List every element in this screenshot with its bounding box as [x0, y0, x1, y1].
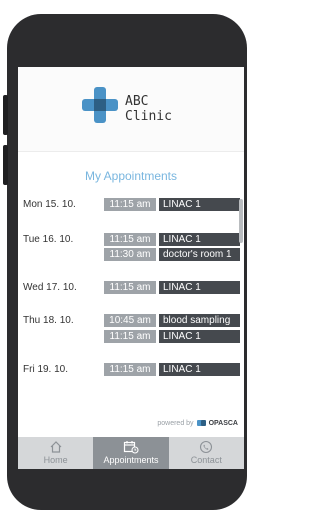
clinic-name: ABC Clinic: [125, 94, 172, 124]
appointment-day: Fri 19. 10.: [23, 364, 69, 375]
appointment-day: Mon 15. 10.: [23, 199, 76, 210]
appointment-time: 11:15 am: [104, 233, 156, 246]
appointment-day: Thu 18. 10.: [23, 315, 74, 326]
appointment-row[interactable]: Thu 18. 10. 10:45 am blood sampling: [18, 314, 244, 327]
appointment-place: LINAC 1: [159, 363, 240, 376]
volume-up-button: [3, 95, 8, 135]
tab-contact-label: Contact: [190, 455, 222, 465]
home-icon: [50, 441, 62, 453]
phone-icon: [200, 440, 213, 454]
appointment-place: LINAC 1: [159, 233, 240, 246]
appointment-time: 11:15 am: [104, 330, 156, 343]
clinic-logo-icon: [82, 87, 118, 123]
volume-down-button: [3, 145, 8, 185]
app-screen: ABC Clinic My Appointments Mon 15. 10. 1…: [18, 67, 244, 469]
appointment-row[interactable]: 11:15 am LINAC 1: [18, 330, 244, 343]
tab-appointments-label: Appointments: [103, 455, 159, 465]
appointment-place: blood sampling: [159, 314, 240, 327]
header: ABC Clinic: [18, 67, 244, 152]
appointment-day: Tue 16. 10.: [23, 234, 74, 245]
page-title: My Appointments: [84, 169, 178, 183]
appointment-row[interactable]: Mon 15. 10. 11:15 am LINAC 1: [18, 198, 244, 211]
powered-by-label: powered by: [157, 419, 194, 427]
appointment-time: 11:30 am: [104, 248, 156, 261]
appointment-day: Wed 17. 10.: [23, 282, 77, 293]
appointment-row[interactable]: Wed 17. 10. 11:15 am LINAC 1: [18, 281, 244, 294]
vendor-name: OPASCA: [208, 419, 238, 427]
calendar-icon: [123, 441, 139, 454]
appointment-place: LINAC 1: [159, 281, 240, 294]
appointment-row[interactable]: 11:30 am doctor's room 1: [18, 248, 244, 261]
scrollbar[interactable]: [239, 199, 243, 243]
appointment-time: 10:45 am: [104, 314, 156, 327]
opasca-logo-icon: [196, 419, 206, 427]
tab-home[interactable]: Home: [18, 437, 93, 469]
tab-appointments[interactable]: Appointments: [93, 437, 169, 469]
tab-home-label: Home: [43, 455, 68, 465]
appointment-time: 11:15 am: [104, 363, 156, 376]
appointment-place: LINAC 1: [159, 330, 240, 343]
appointment-place: LINAC 1: [159, 198, 240, 211]
tab-bar: Home Appointments Contact: [18, 437, 244, 469]
appointment-time: 11:15 am: [104, 198, 156, 211]
powered-by: powered by OPASCA: [157, 419, 238, 427]
appointment-row[interactable]: Fri 19. 10. 11:15 am LINAC 1: [18, 363, 244, 376]
tab-contact[interactable]: Contact: [169, 437, 244, 469]
appointment-time: 11:15 am: [104, 281, 156, 294]
appointment-row[interactable]: Tue 16. 10. 11:15 am LINAC 1: [18, 233, 244, 246]
appointment-place: doctor's room 1: [159, 248, 240, 261]
